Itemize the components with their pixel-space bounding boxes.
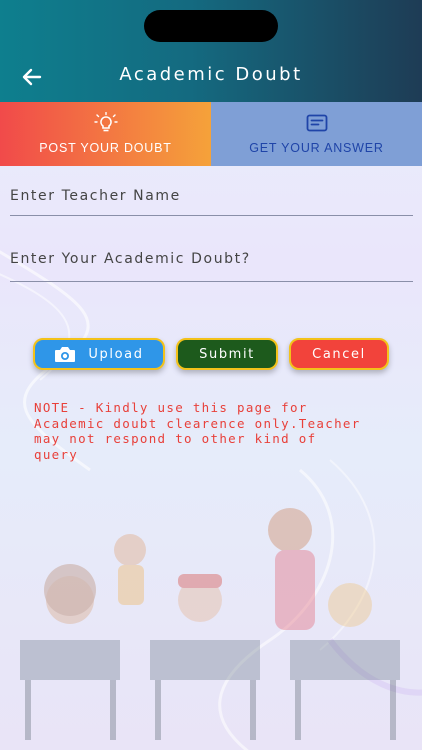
teacher-name-field xyxy=(10,176,413,216)
tab-post-your-doubt-label: POST YOUR DOUBT xyxy=(39,141,172,155)
camera-icon xyxy=(55,346,76,362)
submit-button[interactable]: Submit xyxy=(176,338,278,370)
cancel-button-label: Cancel xyxy=(312,346,366,362)
classroom-illustration xyxy=(20,508,400,740)
academic-doubt-field xyxy=(10,236,413,282)
tab-post-your-doubt[interactable]: POST YOUR DOUBT xyxy=(0,102,211,166)
submit-button-label: Submit xyxy=(199,346,255,362)
upload-button-label: Upload xyxy=(88,346,144,362)
tab-bar: POST YOUR DOUBT GET YOUR ANSWER xyxy=(0,102,422,166)
page-title: Academic Doubt xyxy=(119,64,303,85)
device-notch xyxy=(144,10,278,42)
app-header: Academic Doubt xyxy=(0,0,422,102)
tab-get-your-answer-label: GET YOUR ANSWER xyxy=(249,141,384,155)
message-icon xyxy=(306,114,327,132)
upload-button[interactable]: Upload xyxy=(33,338,165,370)
note-text: NOTE - Kindly use this page for Academic… xyxy=(34,400,361,462)
lightbulb-icon xyxy=(93,112,118,132)
academic-doubt-input[interactable] xyxy=(10,236,413,281)
teacher-name-input[interactable] xyxy=(10,176,413,215)
cancel-button[interactable]: Cancel xyxy=(289,338,389,370)
tab-get-your-answer[interactable]: GET YOUR ANSWER xyxy=(211,102,422,166)
